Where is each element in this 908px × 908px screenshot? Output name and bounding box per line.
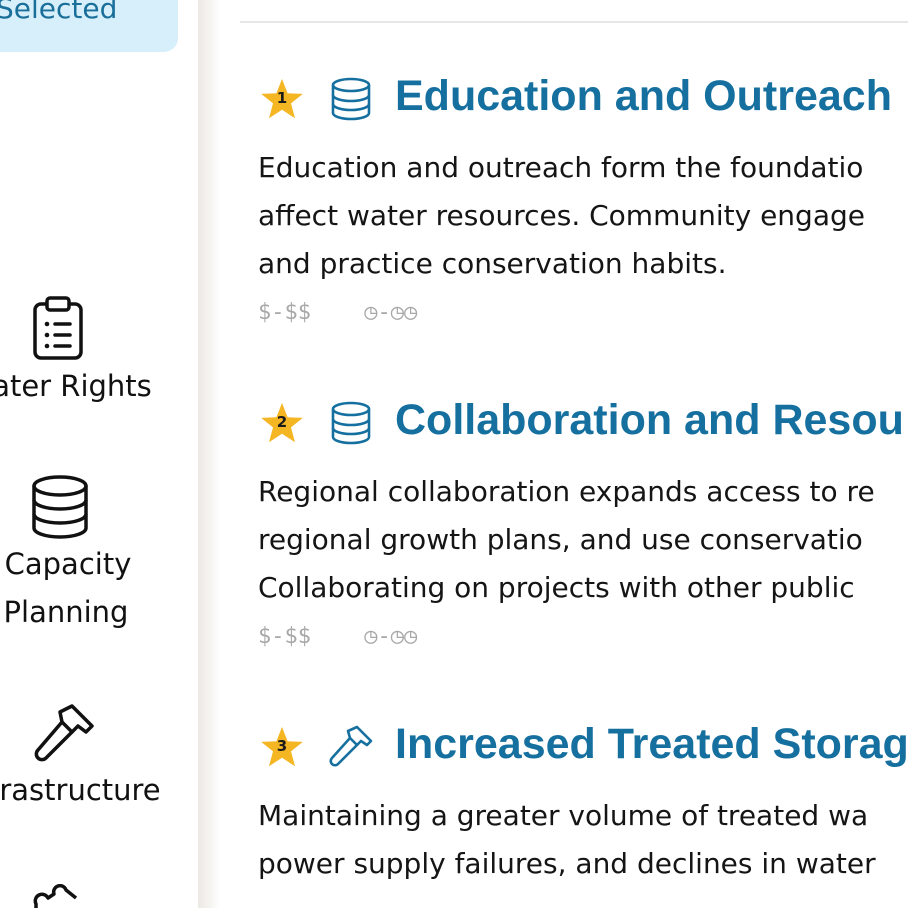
sidebar-item-label: Capacity (4, 547, 132, 581)
sidebar-item-label-2: Planning (3, 595, 129, 629)
description-line: and practice conservation habits. (258, 247, 727, 280)
sidebar-item-label: rastructure (0, 773, 161, 807)
clipboard-icon (33, 296, 83, 360)
hammer-icon (34, 704, 94, 762)
description-line: Education and outreach form the foundati… (258, 151, 864, 184)
time-indicator: ◷-◷◷ (364, 300, 418, 325)
sidebar-item-capacity-planning[interactable]: Capacity Planning (0, 474, 170, 636)
hammer-icon (329, 725, 373, 767)
sidebar-item-infrastructure[interactable]: rastructure (0, 702, 174, 814)
card-meta: $-$$ ◷-◷◷ (258, 300, 908, 325)
card-title[interactable]: Education and Outreach (395, 72, 892, 121)
card-header: 2 Collaboration and Resou (258, 396, 908, 460)
cost-indicator: $-$$ (258, 300, 311, 325)
card-description: Education and outreach form the foundati… (258, 144, 908, 288)
description-line: power supply failures, and declines in w… (258, 847, 876, 880)
divider (240, 21, 908, 23)
sidebar-item-label: ater Rights (0, 369, 152, 403)
description-line: affect water resources. Community engage (258, 199, 865, 232)
card-header: 1 Education and Outreach (258, 72, 908, 136)
card-header: 3 Increased Treated Storag (258, 720, 908, 784)
description-line: Collaborating on projects with other pub… (258, 571, 855, 604)
card-title[interactable]: Increased Treated Storag (395, 720, 908, 769)
tools-icon[interactable] (30, 884, 86, 908)
rank-number: 2 (276, 413, 288, 431)
database-icon (32, 475, 88, 539)
sidebar-item-water-rights[interactable]: ater Rights (0, 296, 168, 410)
description-line: Regional collaboration expands access to… (258, 475, 875, 508)
page: Selected ater Rights Capacity Planning r… (0, 0, 908, 908)
database-icon (331, 401, 371, 445)
rank-number: 3 (276, 737, 288, 755)
description-line: regional growth plans, and use conservat… (258, 523, 863, 556)
database-icon (331, 77, 371, 121)
strategy-card[interactable]: 2 Collaboration and Resou Regional colla… (258, 396, 908, 649)
strategy-card[interactable]: 1 Education and Outreach Education and o… (258, 72, 908, 325)
rank-number: 1 (276, 89, 288, 107)
card-description: Maintaining a greater volume of treated … (258, 792, 908, 888)
card-title[interactable]: Collaboration and Resou (395, 396, 904, 445)
selected-filter-label: Selected (0, 0, 118, 25)
description-line: Maintaining a greater volume of treated … (258, 799, 869, 832)
time-indicator: ◷-◷◷ (364, 624, 418, 649)
strategy-card[interactable]: 3 Increased Treated Storag Maintaining a… (258, 720, 908, 888)
sidebar-divider (198, 0, 220, 908)
sidebar: Selected ater Rights Capacity Planning r… (0, 0, 200, 908)
card-meta: $-$$ ◷-◷◷ (258, 624, 908, 649)
card-description: Regional collaboration expands access to… (258, 468, 908, 612)
cost-indicator: $-$$ (258, 624, 311, 649)
